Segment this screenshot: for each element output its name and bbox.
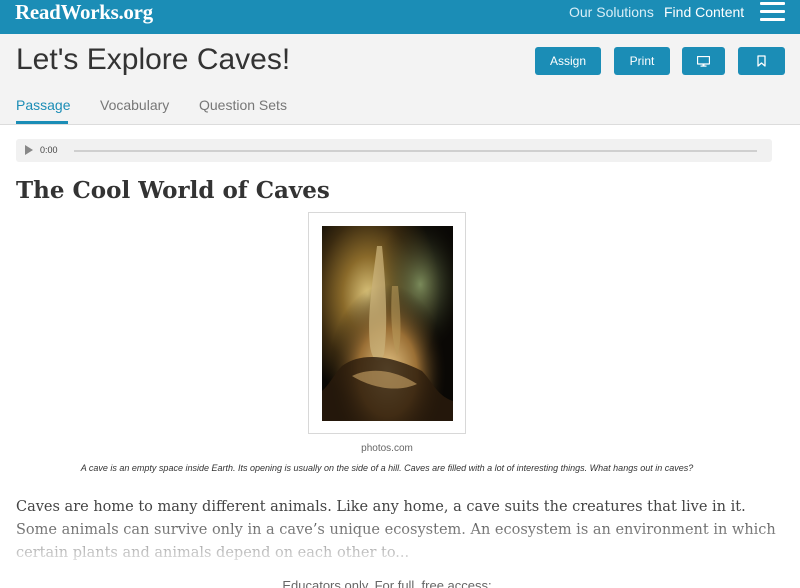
- article-title: The Cool World of Caves: [16, 177, 330, 204]
- audio-time: 0:00: [40, 145, 58, 155]
- bookmark-icon: [757, 55, 766, 67]
- print-button[interactable]: Print: [614, 47, 670, 75]
- hamburger-menu-icon[interactable]: [760, 2, 786, 22]
- assign-button[interactable]: Assign: [535, 47, 601, 75]
- page-header: Let's Explore Caves! Assign Print Passag…: [0, 34, 800, 125]
- present-button[interactable]: [682, 47, 725, 75]
- image-credit: photos.com: [361, 443, 413, 454]
- content-fade-overlay: [0, 515, 800, 565]
- audio-player: 0:00: [16, 139, 772, 162]
- readworks-logo[interactable]: ReadWorks.org: [15, 0, 153, 24]
- tab-vocabulary[interactable]: Vocabulary: [100, 97, 169, 113]
- monitor-icon: [697, 55, 710, 67]
- article-image-frame: [308, 212, 466, 434]
- cave-photo: [322, 226, 453, 421]
- active-tab-indicator: [16, 121, 68, 124]
- bookmark-button[interactable]: [738, 47, 785, 75]
- educator-access-text: Educators only. For full, free access:: [282, 578, 492, 588]
- page-title: Let's Explore Caves!: [16, 43, 291, 76]
- audio-progress-track[interactable]: [74, 150, 757, 152]
- tab-question-sets[interactable]: Question Sets: [199, 97, 287, 113]
- tab-passage[interactable]: Passage: [16, 97, 70, 113]
- nav-link-find-content[interactable]: Find Content: [664, 4, 744, 20]
- play-icon[interactable]: [25, 145, 33, 155]
- nav-link-our-solutions[interactable]: Our Solutions: [569, 4, 654, 20]
- top-nav-bar: ReadWorks.org Our Solutions Find Content: [0, 0, 800, 34]
- image-caption: A cave is an empty space inside Earth. I…: [80, 463, 694, 473]
